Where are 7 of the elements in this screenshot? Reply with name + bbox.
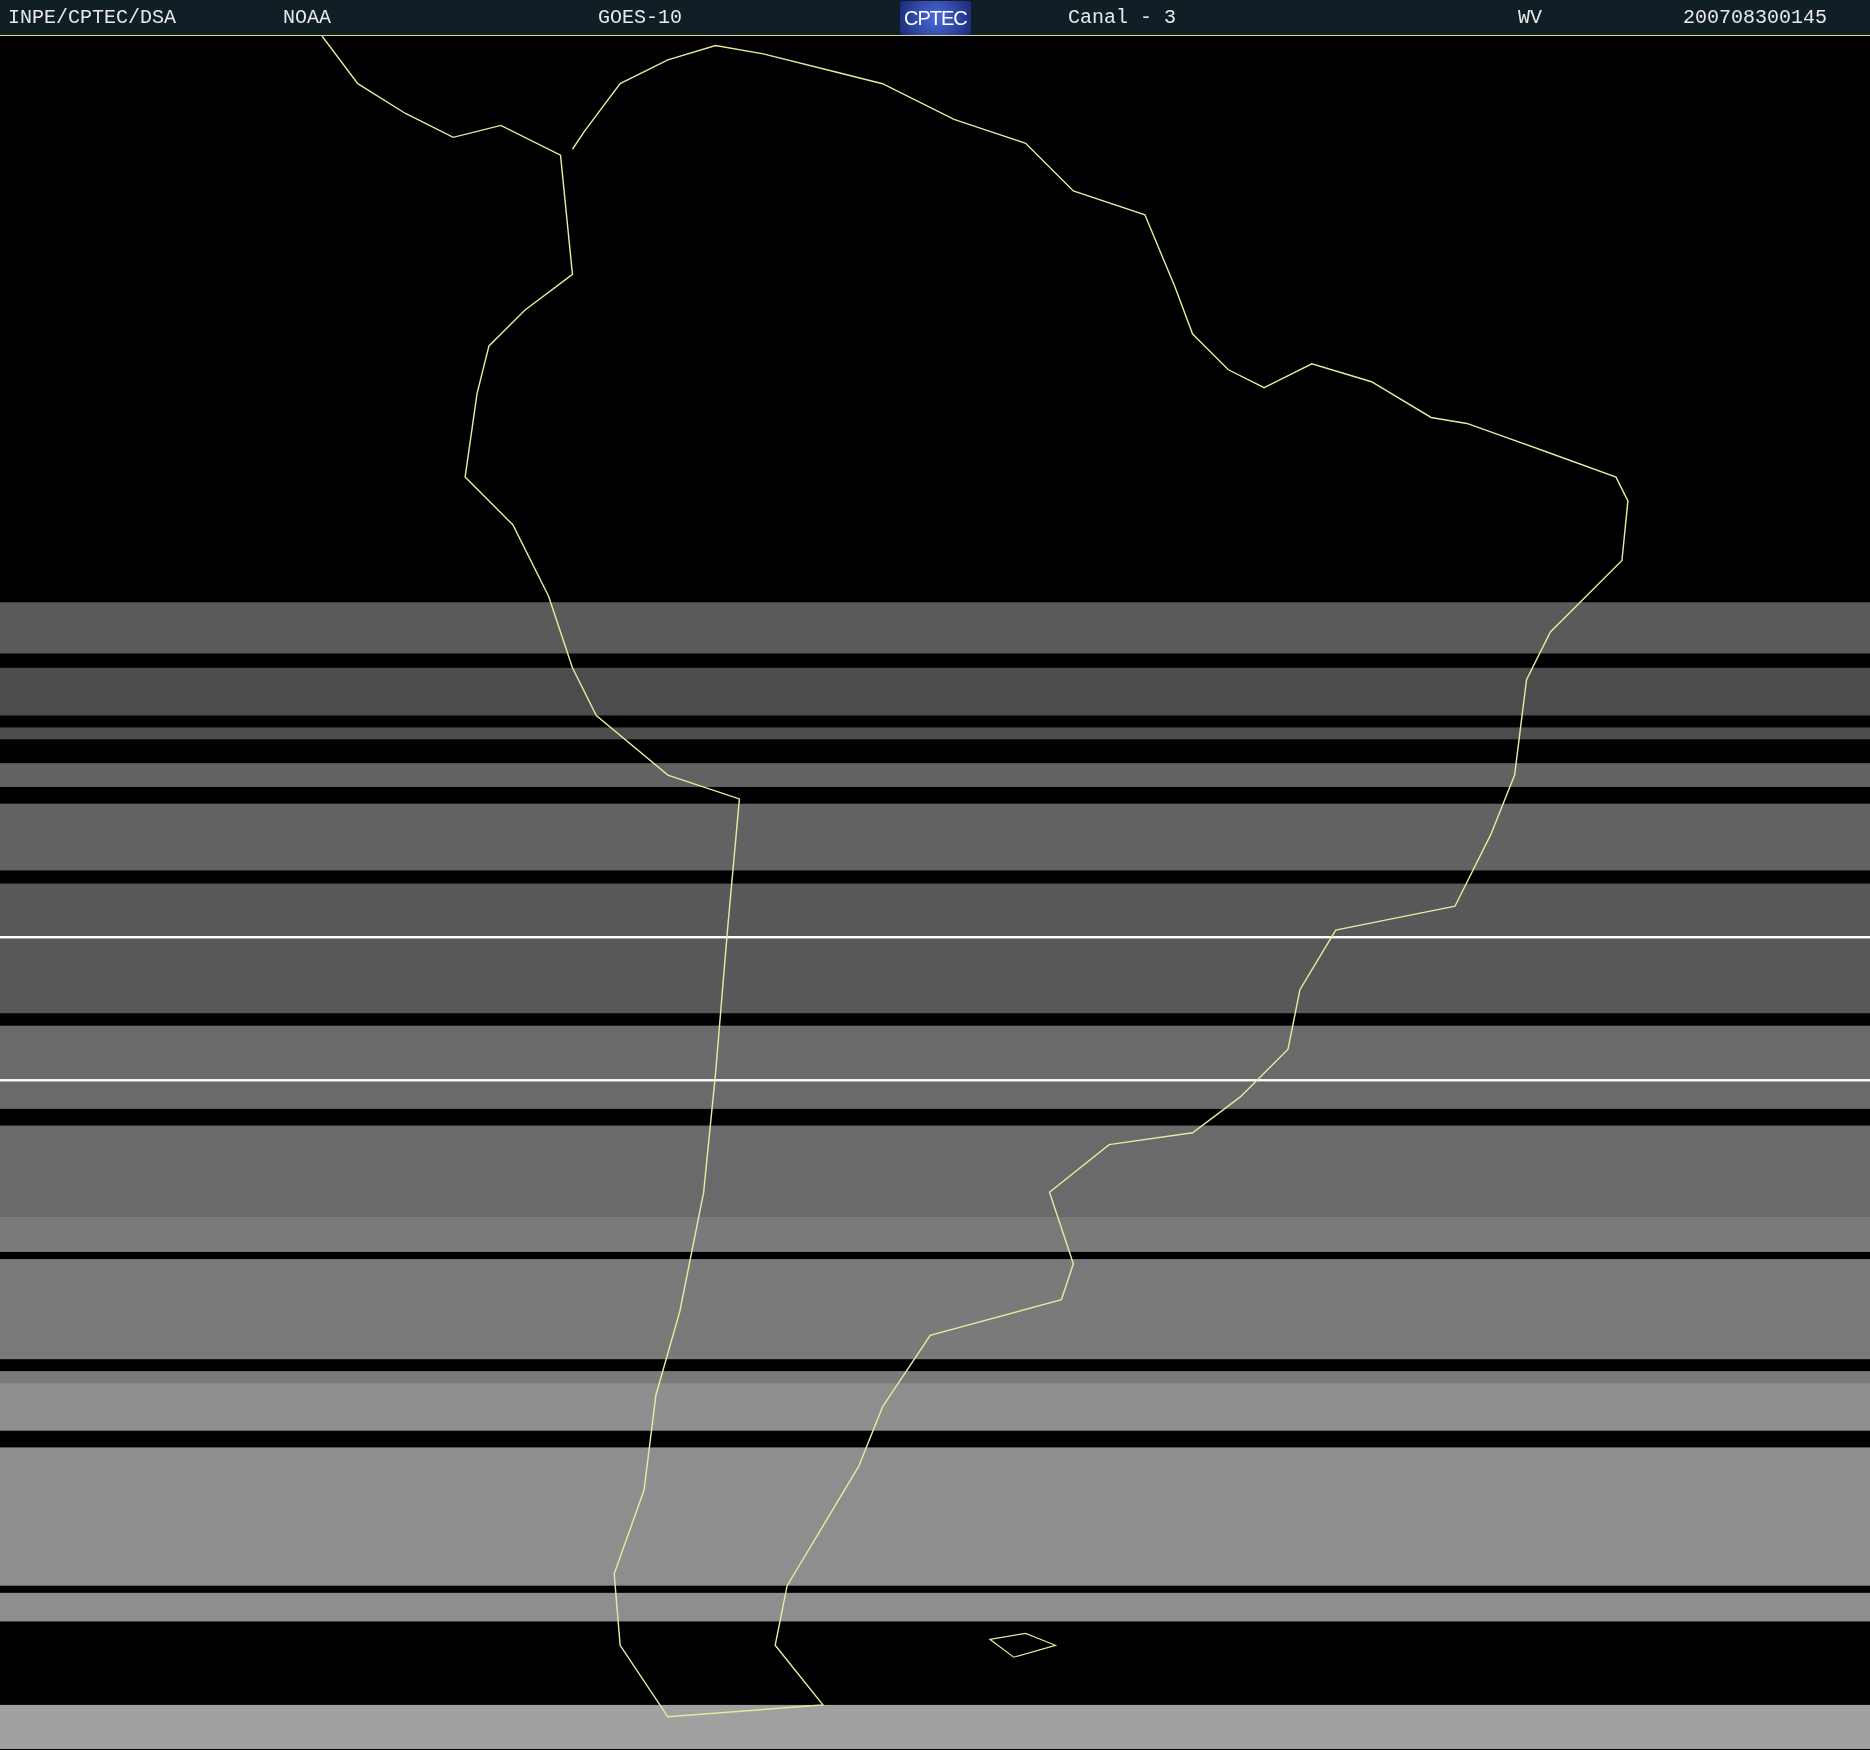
- logo: CPTEC: [900, 0, 971, 35]
- header-label: INPE/CPTEC/DSA: [8, 6, 178, 29]
- header-label: GOES-10: [598, 6, 683, 29]
- header-label: NOAA: [283, 6, 332, 29]
- header-label: WV: [1518, 6, 1543, 29]
- header-label: Canal - 3: [1068, 6, 1178, 29]
- header-label: 200708300145: [1683, 6, 1828, 29]
